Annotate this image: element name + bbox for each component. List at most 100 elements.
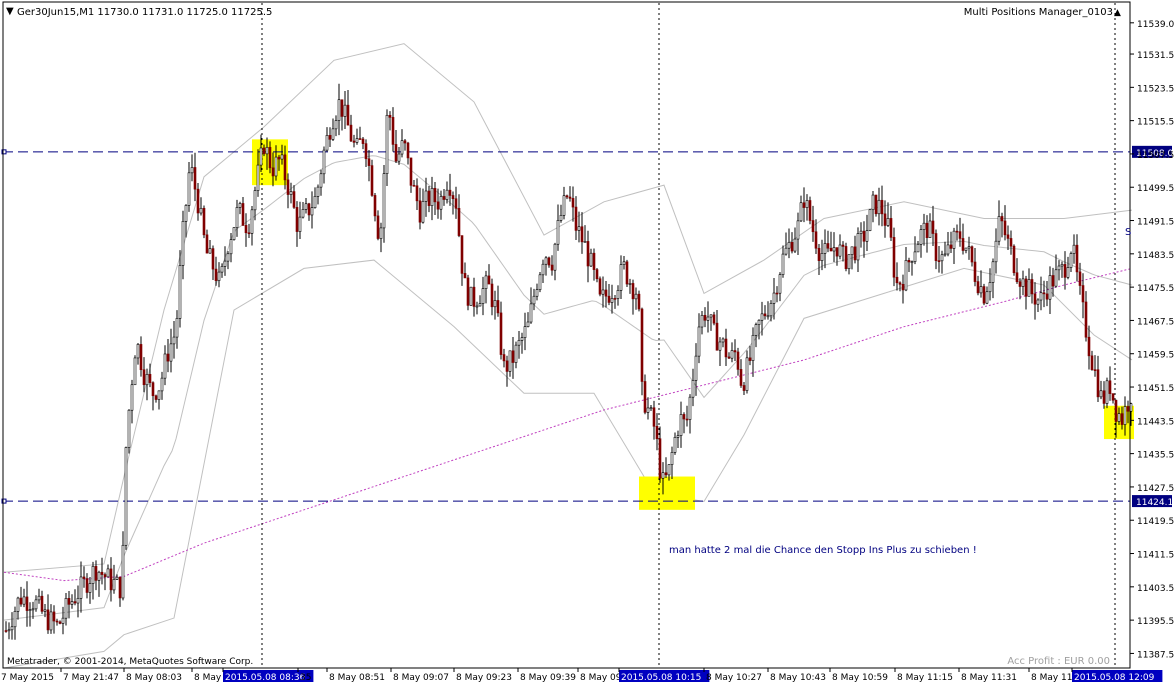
candle-body xyxy=(703,314,707,321)
candle-body xyxy=(109,568,113,591)
candle-body xyxy=(25,596,29,611)
candle-body xyxy=(1072,244,1076,254)
candle-body xyxy=(247,232,251,235)
candle-body xyxy=(352,140,356,143)
candle-body xyxy=(40,595,44,612)
candle-body xyxy=(622,261,626,265)
candle-body xyxy=(781,253,785,275)
candle-body xyxy=(1060,264,1064,267)
candle-body xyxy=(70,601,74,605)
candle-body xyxy=(451,195,455,200)
candle-body xyxy=(445,189,449,200)
candle-body xyxy=(844,246,848,270)
vertical-lines xyxy=(261,3,1116,668)
candle-body xyxy=(1000,216,1004,222)
candle-body xyxy=(682,414,686,420)
y-tick-label: 11531.5 xyxy=(1137,51,1174,61)
candle-body xyxy=(256,164,260,191)
candle-body xyxy=(1003,220,1007,236)
candle-body xyxy=(94,566,98,581)
candle-body xyxy=(1033,293,1037,305)
candle-body xyxy=(382,173,386,229)
candle-body xyxy=(454,198,458,209)
candle-body xyxy=(1045,293,1049,300)
candle-body xyxy=(1066,267,1070,278)
candle-body xyxy=(688,396,692,420)
candle-body xyxy=(679,414,683,436)
dropdown-icon[interactable]: ▼ xyxy=(6,6,14,17)
candle-body xyxy=(160,377,164,392)
candle-body xyxy=(604,289,608,297)
candle-body xyxy=(307,203,311,216)
candle-body xyxy=(700,314,704,328)
candle-body xyxy=(223,260,227,267)
candle-body xyxy=(49,611,53,631)
candle-body xyxy=(493,300,497,308)
candle-body xyxy=(1051,275,1055,287)
candle-body xyxy=(691,380,695,398)
candle-body xyxy=(520,337,524,341)
candle-body xyxy=(85,578,89,593)
candle-body xyxy=(820,253,824,261)
candle-body xyxy=(37,595,41,601)
candle-body xyxy=(259,147,263,166)
candle-body xyxy=(280,154,284,160)
candle-body xyxy=(130,384,134,411)
candle-body xyxy=(994,240,998,263)
candle-body xyxy=(1114,399,1118,422)
candle-body xyxy=(823,243,827,254)
candle-body xyxy=(727,356,731,359)
candle-body xyxy=(724,338,728,358)
price-chart[interactable]: 11508.011424.1 ▼ Ger30Jun15,M1 11730.0 1… xyxy=(0,0,1174,686)
candle-body xyxy=(979,286,983,294)
candle-body xyxy=(1084,301,1088,338)
candle-body xyxy=(61,617,65,624)
candle-body xyxy=(268,146,272,169)
candle-body xyxy=(967,246,971,249)
candle-body xyxy=(529,303,533,323)
y-tick-label: 11411.5 xyxy=(1137,551,1174,561)
candle-body xyxy=(1054,269,1058,287)
candle-body xyxy=(175,318,179,338)
candle-body xyxy=(13,611,17,628)
candle-body xyxy=(889,218,893,238)
candle-body xyxy=(22,596,26,605)
candle-body xyxy=(1117,413,1121,422)
candle-body xyxy=(685,418,689,421)
candle-body xyxy=(76,597,80,604)
price-axis: 11539.0 11531.5 11523.5 11515.5 11507.5 11499… xyxy=(1130,20,1174,660)
candle-body xyxy=(970,246,974,263)
candle-body xyxy=(181,221,185,266)
candle-body xyxy=(304,203,308,210)
chart-annotation: man hatte 2 mal die Chance den Stopp Ins… xyxy=(669,545,977,556)
candle-body xyxy=(463,273,467,279)
candle-body xyxy=(856,233,860,261)
candle-body xyxy=(376,215,380,239)
ma-line xyxy=(3,267,1133,582)
y-tick-label: 11459.5 xyxy=(1137,351,1174,361)
candle-body xyxy=(646,407,650,413)
candle-body xyxy=(880,199,884,215)
candle-body xyxy=(544,257,548,265)
candle-body xyxy=(1102,390,1106,404)
x-tick-label: 7 May 2015 xyxy=(1,673,54,683)
candle-body xyxy=(292,191,296,208)
candle-body xyxy=(910,261,914,263)
candle-body xyxy=(43,609,47,612)
candle-body xyxy=(523,326,527,338)
y-tick-label: 11515.5 xyxy=(1137,118,1174,128)
candle-body xyxy=(97,571,101,581)
candle-body xyxy=(718,341,722,351)
candle-body xyxy=(649,407,653,410)
candle-body xyxy=(916,244,920,253)
candle-body xyxy=(496,300,500,314)
candle-body xyxy=(535,289,539,297)
candle-body xyxy=(100,571,104,575)
candle-body xyxy=(814,231,818,249)
bollinger-bands xyxy=(3,43,1133,669)
candle-body xyxy=(508,350,512,372)
candle-body xyxy=(877,199,881,215)
candle-body xyxy=(883,213,887,226)
x-tick-label: 8 May 11:15 xyxy=(897,673,953,683)
candle-body xyxy=(481,288,485,304)
